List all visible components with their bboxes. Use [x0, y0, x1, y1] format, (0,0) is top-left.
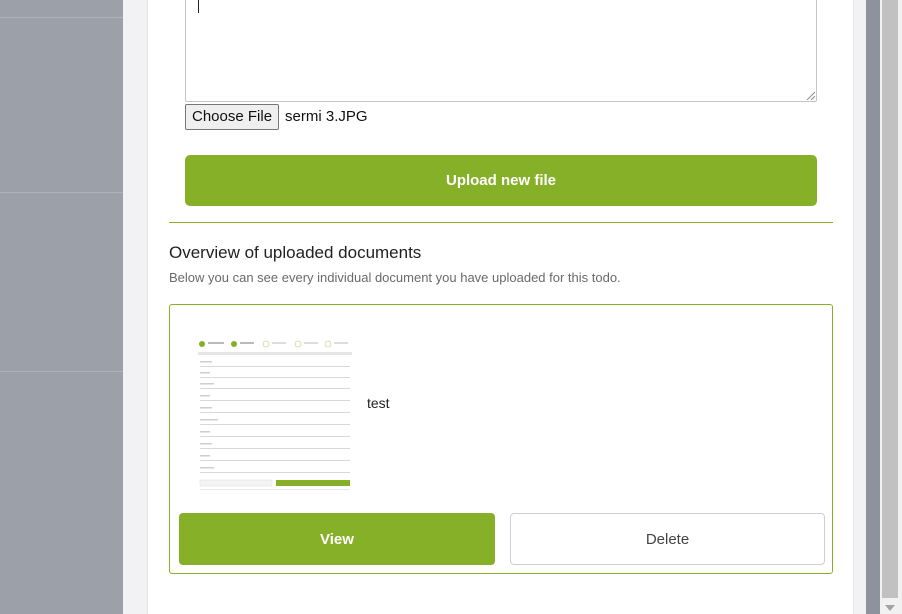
background-page	[0, 0, 123, 614]
overview-subtitle: Below you can see every individual docum…	[169, 270, 621, 285]
scroll-down-arrow-icon[interactable]	[885, 605, 895, 611]
vertical-scrollbar[interactable]	[880, 0, 902, 614]
background-divider	[0, 192, 123, 193]
document-thumbnail[interactable]	[198, 337, 352, 493]
file-input: Choose File sermi 3.JPG	[185, 103, 368, 130]
background-divider	[0, 17, 123, 18]
upload-modal: Choose File sermi 3.JPG Upload new file …	[123, 0, 866, 614]
document-card: test View Delete	[169, 304, 833, 574]
document-name: test	[367, 395, 390, 411]
overview-title: Overview of uploaded documents	[169, 243, 422, 262]
upload-new-file-button[interactable]: Upload new file	[185, 155, 817, 206]
section-divider	[169, 222, 833, 223]
modal-card: Choose File sermi 3.JPG Upload new file …	[147, 0, 854, 614]
delete-document-button[interactable]: Delete	[510, 513, 825, 565]
selected-file-name: sermi 3.JPG	[285, 108, 368, 125]
comment-textarea[interactable]	[185, 0, 817, 102]
choose-file-button[interactable]: Choose File	[185, 103, 280, 130]
background-overlay	[866, 0, 880, 614]
scrollbar-thumb[interactable]	[882, 0, 898, 598]
view-document-button[interactable]: View	[179, 513, 495, 565]
text-caret	[198, 0, 199, 13]
background-divider	[0, 371, 123, 372]
resize-handle-icon[interactable]	[805, 90, 815, 100]
